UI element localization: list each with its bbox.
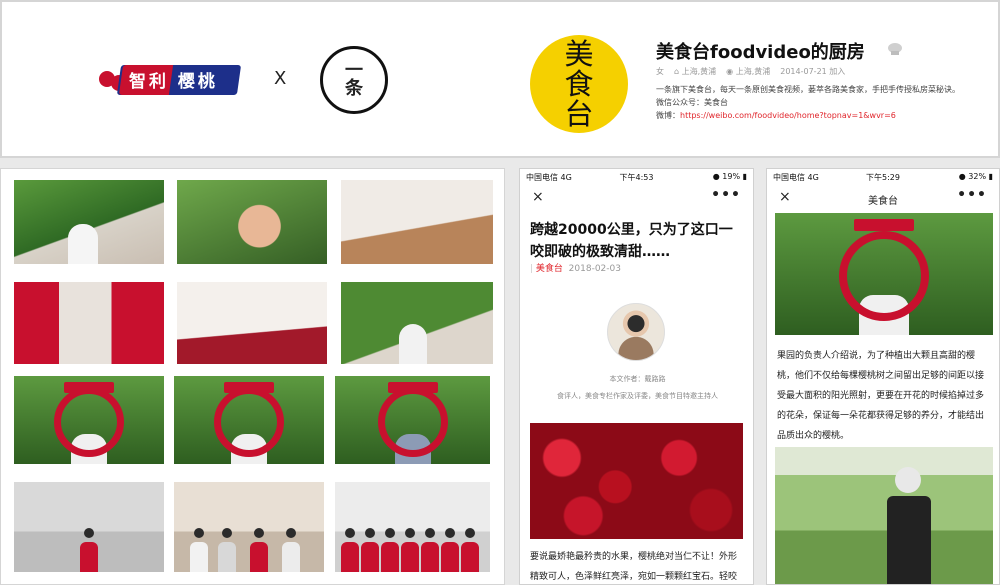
header-banner: 智利 樱桃 X 一 条 美 食 台 美食台foodvideo的厨房 女 ⌂ 上海… — [0, 0, 1000, 158]
nav-bar: × 美食台 ••• — [767, 187, 999, 213]
battery: ● 19% ▮ — [712, 172, 747, 181]
office-photo-1[interactable] — [14, 482, 164, 572]
video-still-face[interactable] — [177, 180, 327, 264]
logo-char: 台 — [564, 97, 594, 131]
article-author[interactable]: 美食台 — [536, 264, 563, 274]
video-still-cutting[interactable] — [341, 180, 493, 264]
photo-grid-panel — [0, 168, 505, 585]
orchard-woman-photo — [775, 447, 993, 584]
battery: ● 32% ▮ — [958, 172, 993, 181]
video-still-chef[interactable] — [14, 180, 164, 264]
close-icon[interactable]: × — [532, 189, 544, 205]
frame-photo-2[interactable] — [174, 376, 324, 464]
logo-char: 美 — [564, 37, 594, 71]
office-photo-2[interactable] — [174, 482, 324, 572]
video-still-blender[interactable] — [14, 282, 164, 364]
article-title: 跨越20000公里，只为了这口一咬即破的极致清甜…… — [530, 222, 733, 260]
office-photo-3[interactable] — [335, 482, 490, 572]
more-icon[interactable]: ••• — [957, 187, 987, 203]
video-still-chef-orchard[interactable] — [341, 282, 493, 364]
author-avatar[interactable] — [607, 303, 665, 361]
more-icon[interactable]: ••• — [711, 187, 741, 203]
logo-char: 食 — [564, 67, 594, 101]
join-date: 2014-07-21 加入 — [780, 67, 846, 76]
status-bar: 中国电信 4G 下午5:29 ● 32% ▮ — [767, 169, 999, 185]
orchard-frame-photo — [775, 213, 993, 335]
meishitai-logo: 美 食 台 — [530, 35, 628, 133]
profile-weibo: 微博：https://weibo.com/foodvideo/home?topn… — [656, 111, 896, 120]
yitiao-char: 条 — [345, 78, 363, 99]
hometown: ⌂ 上海,黄浦 — [674, 67, 717, 76]
author-bio: 食评人，美食专栏作家及评委，美食节目特邀主持人 — [557, 392, 718, 400]
nav-bar: × ••• — [520, 187, 753, 213]
location: ◉ 上海,黄浦 — [726, 67, 771, 76]
chile-cherry-logo: 智利 樱桃 — [99, 57, 244, 99]
cherries-photo — [530, 423, 743, 539]
chef-hat-icon — [888, 43, 902, 55]
phone-screenshot-article: 中国电信 4G 下午4:53 ● 19% ▮ × ••• 跨越20000公里，只… — [519, 168, 754, 585]
gender: 女 — [656, 67, 664, 76]
brand-text: 智利 樱桃 — [129, 72, 218, 92]
article-meta: | 美食台 2018-02-03 — [530, 264, 621, 274]
article-date: 2018-02-03 — [568, 264, 621, 274]
cross-mark: X — [274, 68, 287, 89]
article-body: 要说最娇艳最矜贵的水果，樱桃绝对当仁不让！外形精致可人，色泽鲜红亮泽，宛如一颗颗… — [530, 552, 738, 582]
author-line: 本文作者：戴路路 — [609, 375, 666, 383]
frame-photo-1[interactable] — [14, 376, 164, 464]
profile-wechat: 微信公众号：美食台 — [656, 98, 728, 107]
profile-name[interactable]: 美食台foodvideo的厨房 — [656, 38, 865, 64]
frame-photo-3[interactable] — [335, 376, 490, 464]
weibo-link[interactable]: https://weibo.com/foodvideo/home?topnav=… — [680, 111, 896, 120]
yitiao-logo: 一 条 — [320, 46, 388, 114]
article-body: 果园的负责人介绍说，为了种植出大颗且高甜的樱桃，他们不仅给每棵樱桃树之间留出足够… — [777, 351, 985, 441]
status-bar: 中国电信 4G 下午4:53 ● 19% ▮ — [520, 169, 753, 185]
profile-description: 一条旗下美食台，每天一条原创美食视频，蒌萃各路美食家，手把手传授私房菜秘诀。 — [656, 85, 960, 94]
profile-meta: 女 ⌂ 上海,黄浦 ◉ 上海,黄浦 2014-07-21 加入 — [656, 66, 845, 77]
video-still-plating[interactable] — [177, 282, 327, 364]
phone-screenshot-orchard: 中国电信 4G 下午5:29 ● 32% ▮ × 美食台 ••• 果园的负责人介… — [766, 168, 1000, 585]
